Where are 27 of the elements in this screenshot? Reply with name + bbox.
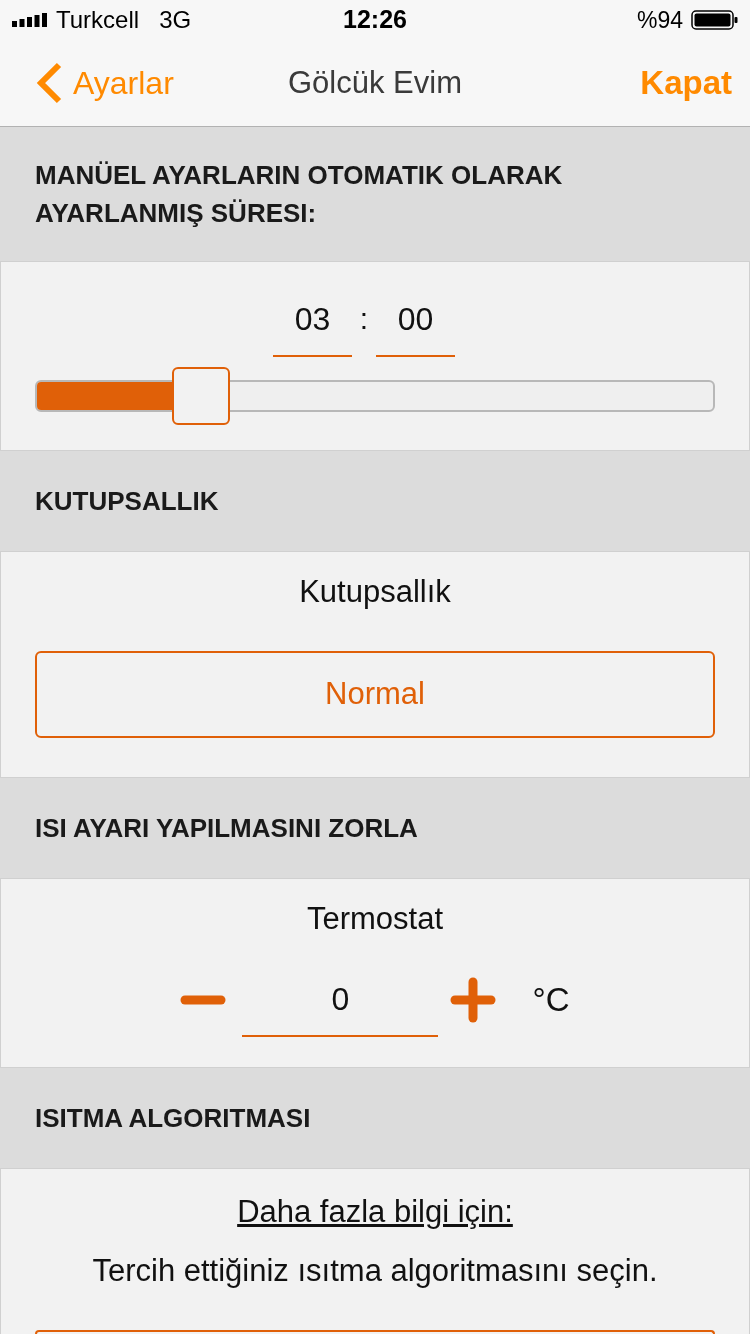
unit-label: °C [532,982,570,1018]
slider-track[interactable] [35,380,715,412]
carrier-name: Turkcell [56,4,140,35]
temperature-field[interactable]: 0 [242,963,439,1037]
status-time: 12:26 [343,4,407,36]
minutes-field[interactable]: 00 [376,299,455,357]
section-header: ISI AYARI YAPILMASINI ZORLA [0,778,750,878]
hours-field[interactable]: 03 [273,299,352,357]
battery-percent: %94 [636,5,683,35]
polarity-label: Kutupsallık [299,575,451,609]
increase-button[interactable] [450,977,497,1023]
instruction-text: Tercih ettiğiniz ısıtma algoritmasını seçin. [92,1254,658,1288]
info-link[interactable]: Daha fazla bilgi için: [237,1195,513,1229]
nav-title: Gölcük Evim [288,63,462,102]
time-separator: : [358,301,370,337]
plus-icon [450,977,497,1023]
section-header: KUTUPSALLIK [0,451,750,551]
battery-icon [691,9,738,30]
back-chevron-icon [35,61,63,106]
network-type: 3G [159,4,192,35]
algorithm-select-button[interactable] [35,1330,715,1334]
section-header: ISITMA ALGORITMASI [0,1068,750,1168]
section-header: MANÜEL AYARLARIN OTOMATIK OLARAK AYARLANMIŞ SÜRESI: [0,127,750,261]
thermostat-label: Termostat [306,902,444,936]
minus-icon [180,995,227,1005]
signal-icon [12,12,48,27]
slider-thumb[interactable] [171,367,230,425]
